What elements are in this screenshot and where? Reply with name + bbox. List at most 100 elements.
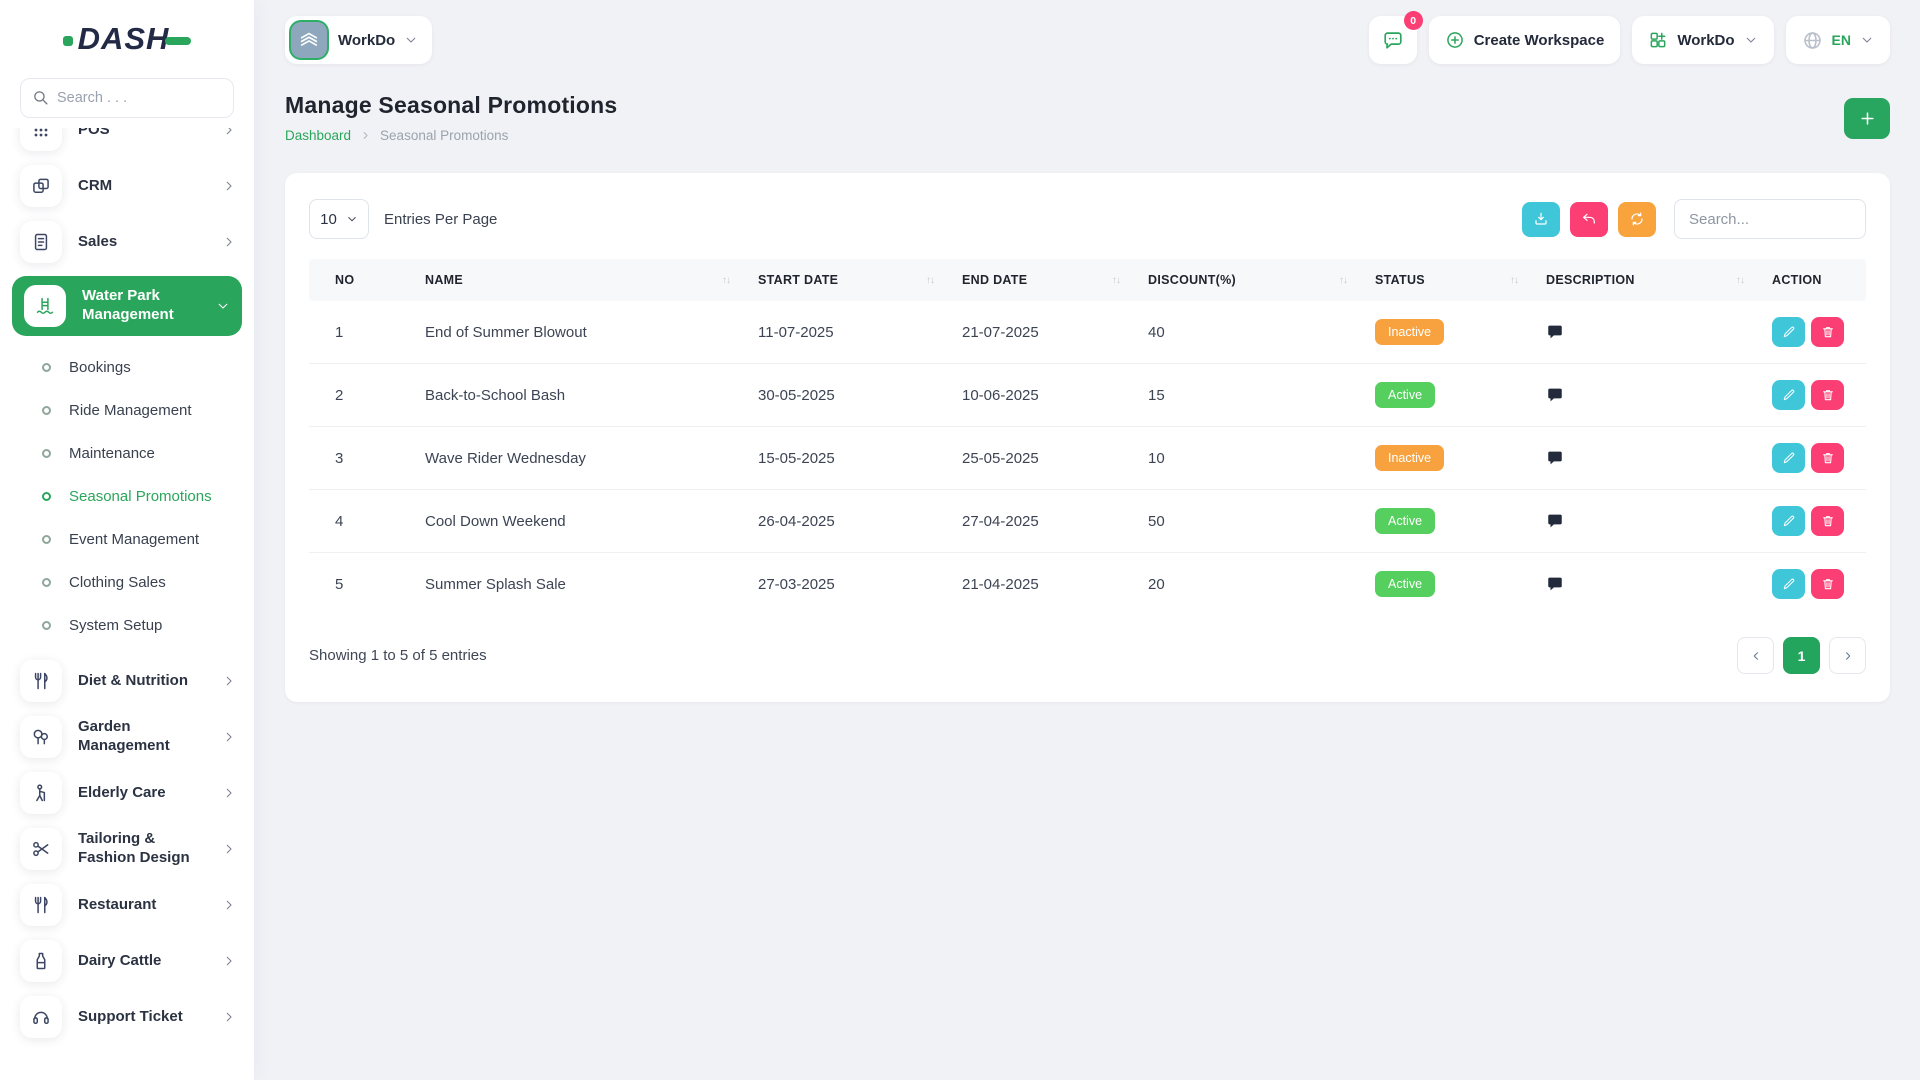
description-comment-icon[interactable] [1546,512,1564,530]
delete-button[interactable] [1811,443,1844,473]
sidebar-item-pos[interactable]: POS [0,128,254,158]
cell-start-date: 11-07-2025 [744,301,948,364]
cell-discount: 10 [1134,427,1361,490]
elderly-person-icon [31,783,51,803]
table-header-row: NO NAME↑↓ START DATE↑↓ END DATE↑↓ DISCOU… [309,259,1866,301]
description-comment-icon[interactable] [1546,386,1564,404]
previous-page-button[interactable] [1737,637,1774,674]
submenu-item-seasonal-promotions[interactable]: Seasonal Promotions [0,475,254,518]
sidebar-item-crm[interactable]: CRM [0,158,254,214]
description-comment-icon[interactable] [1546,575,1564,593]
cell-name: Wave Rider Wednesday [411,427,744,490]
bullet-icon [42,621,51,630]
language-selector[interactable]: EN [1786,16,1890,64]
submenu-item-ride-management[interactable]: Ride Management [0,389,254,432]
cell-no: 1 [309,301,411,364]
sidebar-item-water-park-management[interactable]: Water Park Management [12,276,242,336]
refresh-icon [1629,211,1645,227]
create-workspace-button[interactable]: Create Workspace [1429,16,1621,64]
status-badge: Active [1375,571,1435,597]
sort-icon: ↑↓ [1736,275,1744,286]
sidebar-item-support-ticket[interactable]: Support Ticket [0,989,254,1045]
trash-icon [1821,451,1835,465]
bullet-icon [42,492,51,501]
chevron-down-icon [346,213,358,225]
cell-end-date: 27-04-2025 [948,490,1134,553]
building-layers-icon [298,29,320,51]
table-row: 1 End of Summer Blowout 11-07-2025 21-07… [309,301,1866,364]
status-badge: Inactive [1375,319,1444,345]
edit-button[interactable] [1772,317,1805,347]
delete-button[interactable] [1811,317,1844,347]
edit-button[interactable] [1772,380,1805,410]
column-header-end-date[interactable]: END DATE↑↓ [948,259,1134,301]
trees-icon [31,727,51,747]
cell-discount: 40 [1134,301,1361,364]
column-header-start-date[interactable]: START DATE↑↓ [744,259,948,301]
trash-icon [1821,577,1835,591]
chevron-right-icon [222,1010,236,1024]
cell-no: 2 [309,364,411,427]
edit-button[interactable] [1772,569,1805,599]
description-comment-icon[interactable] [1546,449,1564,467]
submenu-item-bookings[interactable]: Bookings [0,346,254,389]
sidebar-item-diet-nutrition[interactable]: Diet & Nutrition [0,653,254,709]
chevron-right-icon [1842,650,1854,662]
entries-per-page-select[interactable]: 10 [309,199,369,239]
table-search-input[interactable] [1674,199,1866,239]
sidebar-item-garden-management[interactable]: Garden Management [0,709,254,765]
column-header-name[interactable]: NAME↑↓ [411,259,744,301]
table-row: 5 Summer Splash Sale 27-03-2025 21-04-20… [309,553,1866,616]
edit-button[interactable] [1772,443,1805,473]
next-page-button[interactable] [1829,637,1866,674]
breadcrumb: Dashboard Seasonal Promotions [285,128,617,143]
column-header-description[interactable]: DESCRIPTION↑↓ [1532,259,1758,301]
cell-discount: 50 [1134,490,1361,553]
column-header-discount[interactable]: DISCOUNT(%)↑↓ [1134,259,1361,301]
table-row: 2 Back-to-School Bash 30-05-2025 10-06-2… [309,364,1866,427]
submenu-item-event-management[interactable]: Event Management [0,518,254,561]
cell-end-date: 21-07-2025 [948,301,1134,364]
sidebar-item-tailoring-fashion[interactable]: Tailoring & Fashion Design [0,821,254,877]
edit-button[interactable] [1772,506,1805,536]
chevron-right-icon [222,730,236,744]
export-button[interactable] [1522,202,1560,237]
cell-no: 3 [309,427,411,490]
description-comment-icon[interactable] [1546,323,1564,341]
sidebar-item-elderly-care[interactable]: Elderly Care [0,765,254,821]
submenu-item-clothing-sales[interactable]: Clothing Sales [0,561,254,604]
pool-ladder-icon [35,296,55,316]
account-menu[interactable]: WorkDo [1632,16,1773,64]
topbar: WorkDo 0 Create Workspace WorkDo EN [285,0,1890,70]
messages-button[interactable]: 0 [1369,16,1417,64]
column-header-status[interactable]: STATUS↑↓ [1361,259,1532,301]
cell-end-date: 10-06-2025 [948,364,1134,427]
sidebar-item-dairy-cattle[interactable]: Dairy Cattle [0,933,254,989]
page-1-button[interactable]: 1 [1783,637,1820,674]
logo-text: DASH [78,21,170,57]
chevron-down-icon [216,299,230,313]
main-content: WorkDo 0 Create Workspace WorkDo EN Mana… [254,0,1920,1080]
delete-button[interactable] [1811,569,1844,599]
sidebar-item-sales[interactable]: Sales [0,214,254,270]
chevron-down-icon [1860,33,1874,47]
status-badge: Inactive [1375,445,1444,471]
cell-end-date: 21-04-2025 [948,553,1134,616]
cell-name: Summer Splash Sale [411,553,744,616]
reset-button[interactable] [1570,202,1608,237]
delete-button[interactable] [1811,380,1844,410]
cell-no: 5 [309,553,411,616]
cell-name: Cool Down Weekend [411,490,744,553]
submenu-item-maintenance[interactable]: Maintenance [0,432,254,475]
cell-name: End of Summer Blowout [411,301,744,364]
sidebar-search-input[interactable] [20,78,234,118]
refresh-button[interactable] [1618,202,1656,237]
bullet-icon [42,406,51,415]
workspace-switcher[interactable]: WorkDo [285,16,432,64]
submenu-item-system-setup[interactable]: System Setup [0,604,254,647]
download-icon [1533,211,1549,227]
sidebar-item-restaurant[interactable]: Restaurant [0,877,254,933]
breadcrumb-dashboard-link[interactable]: Dashboard [285,128,351,143]
delete-button[interactable] [1811,506,1844,536]
add-promotion-button[interactable] [1844,98,1890,139]
